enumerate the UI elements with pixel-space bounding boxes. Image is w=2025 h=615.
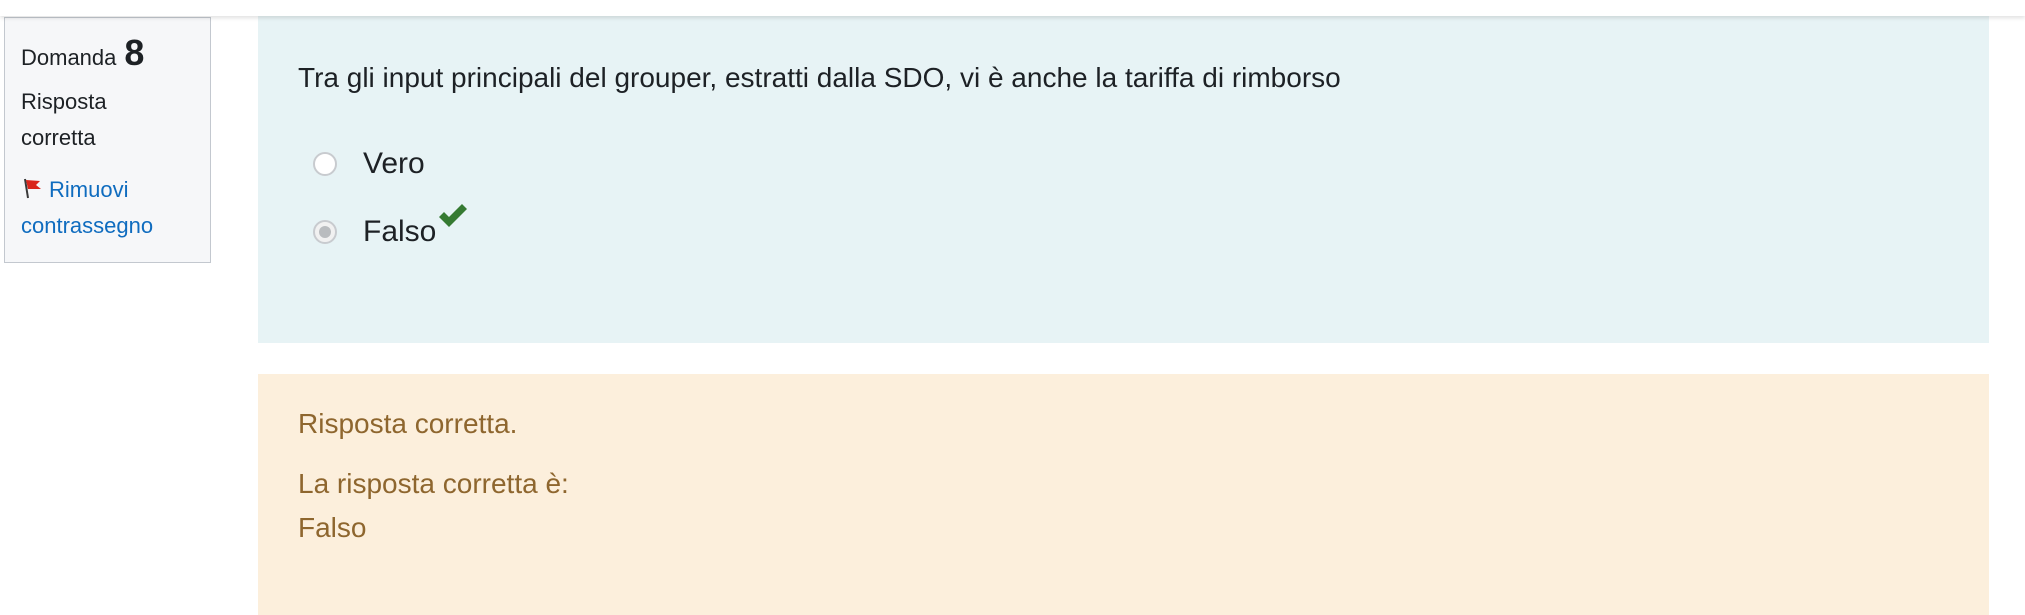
question-state: Risposta corretta [21,89,107,150]
answer-option-vero[interactable]: Vero [298,142,1949,186]
question-label: Domanda [21,45,117,70]
right-answer-label: La risposta corretta è: [298,468,569,499]
top-bar-shadow [0,0,2025,16]
answer-label-vero[interactable]: Vero [363,146,425,182]
check-icon [438,203,468,229]
right-answer-value: Falso [298,512,367,543]
radio-vero[interactable] [313,152,337,176]
answer-option-falso[interactable]: Falso [298,204,1949,254]
radio-falso[interactable] [313,220,337,244]
feedback-box: Risposta corretta. La risposta corretta … [258,374,1989,615]
question-text: Tra gli input principali del grouper, es… [298,62,1341,93]
question-info-box: Domanda 8 Risposta corretta Rimuovi cont… [4,17,211,263]
question-number: 8 [124,32,145,73]
remove-flag-link[interactable]: Rimuovi contrassegno [21,172,198,244]
general-feedback: Risposta corretta. [298,408,518,439]
answer-list: Vero Falso [298,142,1949,254]
flag-icon [21,174,43,199]
question-number-row: Domanda 8 [21,32,198,73]
question-formulation: Tra gli input principali del grouper, es… [258,16,1989,343]
answer-label-falso[interactable]: Falso [363,214,436,250]
